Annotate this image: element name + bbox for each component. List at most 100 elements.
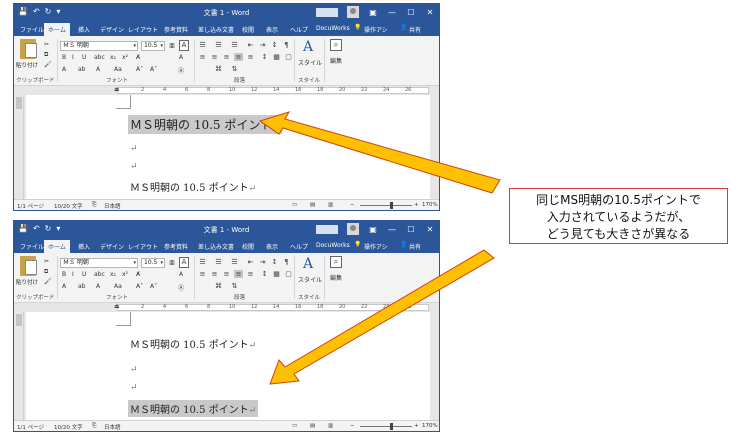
decrease-indent-icon[interactable]: ⇤ [246, 41, 255, 49]
tab-5[interactable]: 参考資料 [164, 242, 188, 251]
document-paragraph[interactable]: ＭＳ明朝の 10.5 ポイント↵ [128, 400, 259, 417]
grow-font-icon[interactable]: A˄ [136, 283, 143, 290]
word-count[interactable]: 10/20 文字 [54, 202, 83, 210]
web-layout-icon[interactable]: ▥ [328, 423, 333, 429]
underline-icon[interactable]: U [82, 271, 86, 278]
strikethrough-icon[interactable]: abc [94, 271, 105, 278]
tab-8[interactable]: 表示 [266, 242, 278, 251]
change-case-icon[interactable]: Aa [114, 66, 122, 73]
font-size-select[interactable]: 10.5 ▾ [141, 41, 165, 51]
increase-indent-icon[interactable]: ⇥ [258, 258, 267, 266]
align-left-icon[interactable]: ≡ [198, 53, 207, 61]
underline-icon[interactable]: U [82, 54, 86, 61]
tab-0[interactable]: ファイル [20, 25, 44, 34]
styles-button-label[interactable]: スタイル [298, 58, 322, 67]
tab-3[interactable]: デザイン [100, 25, 124, 34]
superscript-icon[interactable]: x² [122, 54, 128, 61]
change-case-icon[interactable]: Aa [114, 283, 122, 290]
bold-icon[interactable]: B [62, 271, 66, 278]
print-layout-icon[interactable]: ▤ [310, 423, 315, 429]
numbering-icon[interactable]: ☰ [214, 258, 223, 266]
zoom-out-icon[interactable]: − [350, 202, 355, 208]
shrink-font-icon[interactable]: A˅ [150, 66, 157, 73]
phonetic-guide-icon[interactable]: Ⓐ [178, 283, 184, 292]
tab-1[interactable]: ホーム [44, 240, 70, 253]
distribute-icon[interactable]: ≡ [246, 53, 255, 61]
justify-icon[interactable]: ≡ [234, 53, 243, 61]
ruby-icon[interactable]: 亜 [169, 41, 175, 50]
tab-11[interactable]: 操作アシ [364, 242, 388, 251]
character-shading-icon[interactable]: A [179, 271, 183, 278]
grow-font-icon[interactable]: A˄ [136, 66, 143, 73]
show-marks-icon[interactable]: ¶ [282, 41, 291, 49]
clear-format-icon[interactable]: A̸ [136, 54, 140, 61]
web-layout-icon[interactable]: ▥ [328, 202, 333, 208]
document-paragraph[interactable]: ↵ [130, 382, 138, 393]
zoom-slider-thumb[interactable] [390, 202, 393, 209]
language[interactable]: 日本語 [104, 202, 121, 210]
shading-icon[interactable]: ▦ [272, 270, 281, 278]
line-spacing-icon[interactable]: ↕ [260, 270, 269, 278]
tab-10[interactable]: DocuWorks [316, 25, 350, 32]
borders-icon[interactable]: ▢ [284, 53, 293, 61]
read-mode-icon[interactable]: ▭ [292, 423, 297, 429]
indent-marker-icon[interactable]: ⏏ [114, 303, 120, 310]
font-color-icon[interactable]: A [96, 66, 100, 73]
paste-clipboard-icon[interactable] [20, 256, 37, 276]
vertical-scrollbar[interactable] [431, 95, 439, 201]
show-marks-icon[interactable]: ¶ [282, 258, 291, 266]
page-count[interactable]: 1/1 ページ [17, 202, 44, 210]
zoom-in-icon[interactable]: + [414, 423, 419, 429]
zoom-level[interactable]: 170% [422, 202, 438, 208]
cut-icon[interactable]: ✂ [44, 258, 49, 265]
document-paragraph[interactable]: ＭＳ明朝の 10.5 ポイント↵ [130, 179, 256, 194]
line-spacing-icon[interactable]: ↕ [260, 53, 269, 61]
borders-icon[interactable]: ▢ [284, 270, 293, 278]
bullets-icon[interactable]: ☰ [198, 258, 207, 266]
tab-4[interactable]: レイアウト [128, 242, 158, 251]
align-center-icon[interactable]: ≡ [210, 53, 219, 61]
copy-icon[interactable]: ⧉ [44, 51, 48, 59]
strikethrough-icon[interactable]: abc [94, 54, 105, 61]
indent-marker-icon[interactable]: ⏏ [114, 86, 120, 93]
tab-7[interactable]: 校閲 [242, 242, 254, 251]
asian-layout-icon[interactable]: ⌘ [214, 65, 223, 73]
tab-6[interactable]: 差し込み文書 [198, 25, 234, 34]
close-icon[interactable]: ✕ [425, 225, 435, 234]
asian-layout-icon[interactable]: ⌘ [214, 282, 223, 290]
clear-format-icon[interactable]: A̸ [136, 271, 140, 278]
print-layout-icon[interactable]: ▤ [310, 202, 315, 208]
word-count[interactable]: 10/20 文字 [54, 423, 83, 431]
text-effects-icon[interactable]: A [62, 283, 66, 290]
multilevel-icon[interactable]: ☰ [230, 258, 239, 266]
account-badge[interactable] [316, 7, 338, 17]
ribbon-display-icon[interactable]: ▣ [368, 8, 378, 17]
tab-2[interactable]: 挿入 [78, 25, 90, 34]
ruby-icon[interactable]: 亜 [169, 258, 175, 267]
maximize-icon[interactable]: ☐ [406, 225, 416, 234]
share-person-icon[interactable]: 👤 [400, 24, 407, 31]
subscript-icon[interactable]: x₂ [110, 271, 116, 278]
minimize-icon[interactable]: — [387, 225, 397, 234]
distribute-icon[interactable]: ≡ [246, 270, 255, 278]
proofing-icon[interactable]: ⎘ [92, 202, 96, 209]
zoom-slider[interactable] [360, 426, 412, 427]
font-name-select[interactable]: ＭＳ 明朝 ▾ [60, 258, 138, 268]
decrease-indent-icon[interactable]: ⇤ [246, 258, 255, 266]
paste-button-label[interactable]: 貼り付け [16, 278, 38, 286]
tab-9[interactable]: ヘルプ [290, 242, 308, 251]
styles-icon[interactable]: A [300, 256, 316, 272]
phonetic-guide-icon[interactable]: Ⓐ [178, 66, 184, 75]
text-direction-icon[interactable]: ⇅ [230, 65, 239, 73]
tab-5[interactable]: 参考資料 [164, 25, 188, 34]
language[interactable]: 日本語 [104, 423, 121, 431]
highlight-color-icon[interactable]: ab [78, 283, 86, 290]
document-page[interactable]: ＭＳ明朝の 10.5 ポイント↵ ↵ ↵ ＭＳ明朝の 10.5 ポイント↵ [26, 95, 430, 201]
tab-0[interactable]: ファイル [20, 242, 44, 251]
increase-indent-icon[interactable]: ⇥ [258, 41, 267, 49]
font-color-icon[interactable]: A [96, 283, 100, 290]
document-paragraph[interactable]: ↵ [130, 364, 138, 375]
tab-10[interactable]: DocuWorks [316, 242, 350, 249]
bold-icon[interactable]: B [62, 54, 66, 61]
italic-icon[interactable]: I [72, 54, 74, 61]
